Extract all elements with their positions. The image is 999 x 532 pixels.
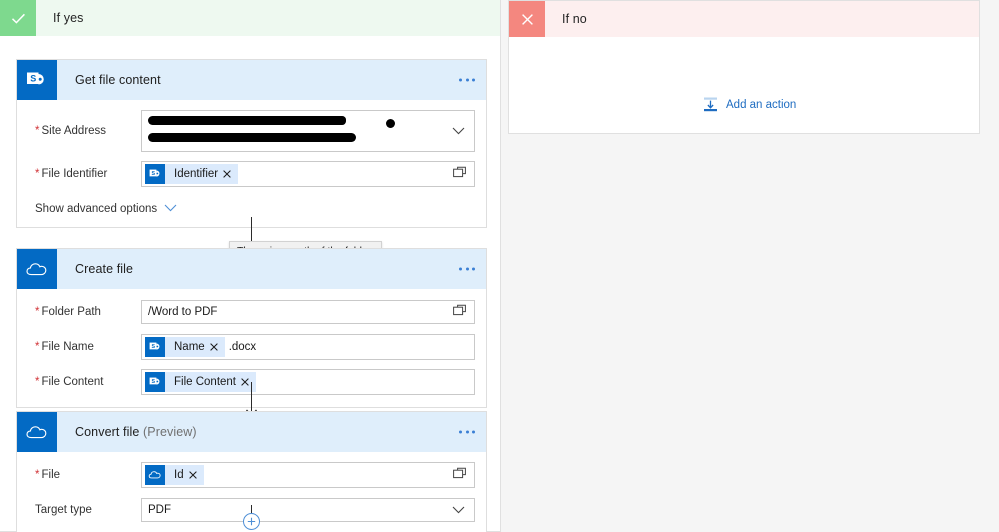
chevron-down-icon <box>452 122 465 140</box>
close-x-icon <box>509 1 545 37</box>
token-label: Identifier <box>174 168 219 180</box>
branch-if-no: If no Add an action <box>508 0 980 134</box>
close-x-icon[interactable] <box>223 170 231 178</box>
token-label: Name <box>174 341 205 353</box>
field-row-file-identifier: * File Identifier S Identifier <box>28 161 475 187</box>
close-x-icon[interactable] <box>188 471 197 479</box>
folder-path-input[interactable]: /Word to PDF <box>141 300 475 324</box>
svg-text:S: S <box>151 344 155 350</box>
field-row-file: * File Id <box>28 462 475 488</box>
branch-if-yes-header: If yes <box>0 0 500 36</box>
file-name-suffix: .docx <box>228 341 257 353</box>
close-x-icon[interactable] <box>209 343 218 351</box>
required-asterisk: * <box>35 168 40 180</box>
flow-designer-canvas: If yes If no Add an action S Get file co… <box>0 0 999 532</box>
required-asterisk: * <box>35 341 40 353</box>
token-label: Id <box>174 469 184 481</box>
file-name-input[interactable]: S Name .docx <box>141 334 475 360</box>
svg-text:S: S <box>151 171 155 177</box>
field-label-file-content: * File Content <box>35 376 104 388</box>
required-asterisk: * <box>35 125 40 137</box>
chevron-down-icon <box>164 203 177 215</box>
svg-text:S: S <box>151 379 155 385</box>
file-content-input[interactable]: S File Content <box>141 369 475 395</box>
required-asterisk: * <box>35 376 40 388</box>
action-card-header: Convert file (Preview) <box>17 412 486 452</box>
folder-picker-icon[interactable] <box>453 165 466 183</box>
branch-if-no-header: If no <box>509 1 979 37</box>
field-row-site-address: * Site Address <box>28 110 475 152</box>
action-card-title: Get file content <box>75 73 161 87</box>
token-label: File Content <box>174 376 237 388</box>
ellipsis-icon[interactable] <box>459 267 475 271</box>
token-chip-name[interactable]: S Name <box>145 337 225 357</box>
target-type-value: PDF <box>148 504 171 516</box>
action-title-text: Create file <box>75 262 134 276</box>
branch-if-yes-title: If yes <box>53 11 84 25</box>
action-card-header: S Get file content <box>17 60 486 100</box>
file-identifier-input[interactable]: S Identifier <box>141 161 475 187</box>
sharepoint-icon: S <box>145 372 165 392</box>
add-an-action-button[interactable]: Add an action <box>702 96 796 113</box>
target-type-dropdown[interactable]: PDF <box>141 498 475 522</box>
field-label-target-type: Target type <box>35 504 92 516</box>
action-title-text: Convert file <box>75 425 140 439</box>
action-card-body: * Site Address * File Identifier S Ident… <box>17 100 486 227</box>
field-row-file-name: * File Name S Name .docx <box>28 334 475 360</box>
token-chip-identifier[interactable]: S Identifier <box>145 164 239 184</box>
required-asterisk: * <box>35 306 40 318</box>
sharepoint-icon: S <box>17 60 57 100</box>
site-address-combobox[interactable] <box>141 110 475 152</box>
plus-circle-icon[interactable] <box>243 513 260 530</box>
field-label-site-address: * Site Address <box>35 125 107 137</box>
action-card-title: Create file <box>75 262 133 276</box>
close-x-icon[interactable] <box>241 378 249 386</box>
svg-text:S: S <box>30 74 36 84</box>
field-label-file-identifier: * File Identifier <box>35 168 108 180</box>
show-advanced-options-label: Show advanced options <box>35 203 158 215</box>
field-label-file: * File <box>35 469 61 481</box>
sharepoint-icon: S <box>145 164 165 184</box>
folder-path-value: /Word to PDF <box>148 306 218 318</box>
folder-picker-icon[interactable] <box>453 303 466 321</box>
token-chip-file-content[interactable]: S File Content <box>145 372 257 392</box>
required-asterisk: * <box>35 469 40 481</box>
redacted-value <box>142 111 444 151</box>
insert-action-icon <box>702 96 719 113</box>
action-card-title: Convert file (Preview) <box>75 425 197 439</box>
sharepoint-icon: S <box>145 337 165 357</box>
add-an-action-label: Add an action <box>726 98 797 111</box>
onedrive-icon <box>17 249 57 289</box>
field-row-folder-path: * Folder Path /Word to PDF <box>28 299 475 325</box>
file-input[interactable]: Id <box>141 462 475 488</box>
action-card-get-file-content[interactable]: S Get file content * Site Address * File… <box>16 59 487 228</box>
branch-if-no-title: If no <box>562 12 587 26</box>
action-card-header: Create file <box>17 249 486 289</box>
ellipsis-icon[interactable] <box>459 78 475 82</box>
field-label-folder-path: * Folder Path <box>35 306 101 318</box>
show-advanced-options-toggle[interactable]: Show advanced options <box>28 196 475 215</box>
token-chip-id[interactable]: Id <box>145 465 204 485</box>
ellipsis-icon[interactable] <box>459 430 475 434</box>
action-title-text: Get file content <box>75 73 161 87</box>
field-label-file-name: * File Name <box>35 341 94 353</box>
checkmark-icon <box>0 0 36 36</box>
onedrive-icon <box>17 412 57 452</box>
action-preview-tag: (Preview) <box>143 425 197 439</box>
folder-picker-icon[interactable] <box>453 466 466 484</box>
onedrive-icon <box>145 465 165 485</box>
chevron-down-icon <box>452 501 465 519</box>
